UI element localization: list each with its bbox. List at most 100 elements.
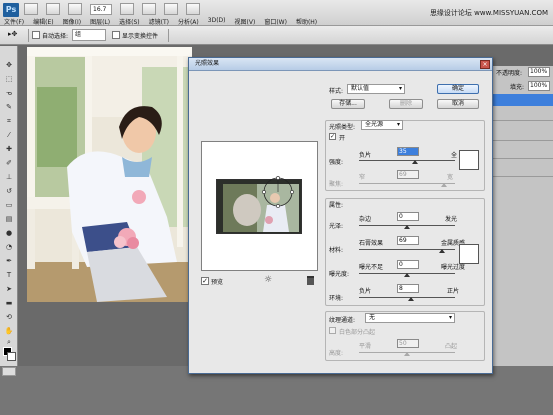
eyedropper-tool-icon[interactable]: ⁄	[3, 130, 15, 140]
menu-select[interactable]: 选择(S)	[119, 17, 140, 26]
ok-button[interactable]: 确定	[437, 84, 479, 94]
menu-help[interactable]: 帮助(H)	[296, 17, 317, 26]
arrange-documents-button[interactable]	[164, 3, 178, 15]
intensity-high-label: 全	[451, 152, 458, 159]
light-type-dropdown[interactable]: 全光源	[361, 120, 403, 130]
clone-stamp-icon[interactable]: ⊥	[3, 172, 15, 182]
menu-file[interactable]: 文件(F)	[4, 17, 24, 26]
light-bulb-icon[interactable]: ☼	[264, 275, 272, 285]
type-tool-icon[interactable]: T	[3, 270, 15, 280]
3d-rotate-icon[interactable]: ⟲	[3, 312, 15, 322]
photoshop-logo: Ps	[3, 3, 19, 17]
gloss-slider-knob[interactable]	[404, 225, 410, 229]
cancel-button[interactable]: 取消	[437, 99, 479, 109]
ambience-low-label: 负片	[359, 288, 372, 295]
height-label: 高度:	[329, 350, 344, 357]
hand-tool-button[interactable]	[120, 3, 134, 15]
focus-slider-knob[interactable]	[441, 183, 447, 187]
light-handle-overlay[interactable]	[202, 142, 319, 272]
save-style-button[interactable]: 存储...	[331, 99, 365, 109]
history-brush-icon[interactable]: ↺	[3, 186, 15, 196]
menu-bar: Ps 16.7 文件(F) 编辑(E) 图像(I) 图层(L) 选择(S) 滤镜…	[0, 0, 553, 26]
lighting-effects-dialog: 光照效果 × ✓ 预览 ☼ 样式: 默认值 存储...	[188, 57, 493, 374]
document-canvas[interactable]	[27, 47, 192, 302]
opacity-input[interactable]: 100%	[528, 67, 550, 77]
delete-style-button[interactable]: 删除	[389, 99, 423, 109]
auto-select-checkbox[interactable]	[32, 31, 40, 39]
menu-layer[interactable]: 图层(L)	[90, 17, 110, 26]
style-dropdown[interactable]: 默认值	[347, 84, 405, 94]
view-extras-button[interactable]	[68, 3, 82, 15]
intensity-label: 强度:	[329, 159, 344, 166]
crop-tool-icon[interactable]: ⌗	[3, 116, 15, 126]
intensity-slider[interactable]	[359, 160, 455, 161]
screen-mode-button[interactable]	[186, 3, 200, 15]
menu-3d[interactable]: 3D(D)	[208, 17, 226, 26]
lasso-tool-icon[interactable]: ᓀ	[3, 88, 15, 98]
close-icon[interactable]: ×	[480, 60, 490, 69]
material-input[interactable]: 69	[397, 236, 419, 245]
menu-image[interactable]: 图像(I)	[63, 17, 81, 26]
ambient-color-swatch[interactable]	[459, 244, 479, 264]
material-label: 材料:	[329, 247, 344, 254]
status-zoom-field[interactable]	[2, 367, 16, 376]
gradient-tool-icon[interactable]: ▤	[3, 214, 15, 224]
gloss-input[interactable]: 0	[397, 212, 419, 221]
ambience-input[interactable]: 8	[397, 284, 419, 293]
pen-tool-icon[interactable]: ✒	[3, 256, 15, 266]
application-bar-icons: 16.7	[24, 3, 200, 15]
path-select-icon[interactable]: ➤	[3, 284, 15, 294]
dodge-tool-icon[interactable]: ◔	[3, 242, 15, 252]
fill-input[interactable]: 100%	[528, 81, 550, 91]
light-color-swatch[interactable]	[459, 150, 479, 170]
show-transform-checkbox[interactable]	[112, 31, 120, 39]
style-label: 样式:	[329, 88, 344, 95]
marquee-tool-icon[interactable]: ⬚	[3, 74, 15, 84]
mini-bridge-button[interactable]	[46, 3, 60, 15]
zoom-level-field[interactable]: 16.7	[90, 3, 112, 15]
focus-input[interactable]: 69	[397, 170, 419, 179]
menu-analysis[interactable]: 分析(A)	[178, 17, 199, 26]
quick-select-tool-icon[interactable]: ✎	[3, 102, 15, 112]
ambience-slider-knob[interactable]	[408, 297, 414, 301]
trash-icon[interactable]	[307, 276, 314, 285]
blur-tool-icon[interactable]: ●	[3, 228, 15, 238]
exposure-high-label: 曝光过度	[441, 264, 466, 271]
healing-brush-icon[interactable]: ✚	[3, 144, 15, 154]
menu-edit[interactable]: 编辑(E)	[33, 17, 53, 26]
hand-tool-icon[interactable]: ✋	[3, 326, 15, 336]
preview-area[interactable]	[201, 141, 318, 271]
move-tool-icon[interactable]: ▸✥	[8, 30, 24, 41]
white-is-high-label: 白色部分凸起	[339, 329, 376, 336]
height-slider-knob[interactable]	[404, 352, 410, 356]
menu-view[interactable]: 视图(V)	[235, 17, 256, 26]
intensity-input[interactable]: 35	[397, 147, 419, 156]
options-divider	[28, 29, 29, 42]
focus-low-label: 窄	[359, 174, 366, 181]
ambience-slider[interactable]	[359, 297, 455, 298]
auto-select-dropdown[interactable]: 组	[72, 29, 106, 41]
exposure-input[interactable]: 0	[397, 260, 419, 269]
preview-checkbox[interactable]: ✓	[201, 277, 209, 285]
ambience-label: 环境:	[329, 295, 344, 302]
rotate-view-button[interactable]	[142, 3, 156, 15]
background-color-swatch[interactable]	[7, 352, 16, 361]
light-on-checkbox[interactable]: ✓	[329, 133, 336, 140]
texture-channel-dropdown[interactable]: 无	[365, 313, 455, 323]
exposure-slider-knob[interactable]	[404, 273, 410, 277]
menu-filter[interactable]: 滤镜(T)	[149, 17, 169, 26]
eraser-tool-icon[interactable]: ▭	[3, 200, 15, 210]
move-tool-icon[interactable]: ✥	[3, 60, 15, 70]
light-on-label: 开	[339, 135, 346, 142]
menu-window[interactable]: 窗口(W)	[264, 17, 287, 26]
zoom-tool-icon[interactable]: ⌕	[3, 337, 15, 347]
white-is-high-checkbox[interactable]	[329, 327, 336, 334]
gloss-label: 光泽:	[329, 223, 344, 230]
intensity-slider-knob[interactable]	[412, 160, 418, 164]
material-slider-knob[interactable]	[439, 249, 445, 253]
shape-tool-icon[interactable]: ▬	[3, 298, 15, 308]
brush-tool-icon[interactable]: ✐	[3, 158, 15, 168]
height-input[interactable]: 50	[397, 339, 419, 348]
bridge-button[interactable]	[24, 3, 38, 15]
selected-layer-row[interactable]	[491, 94, 553, 106]
